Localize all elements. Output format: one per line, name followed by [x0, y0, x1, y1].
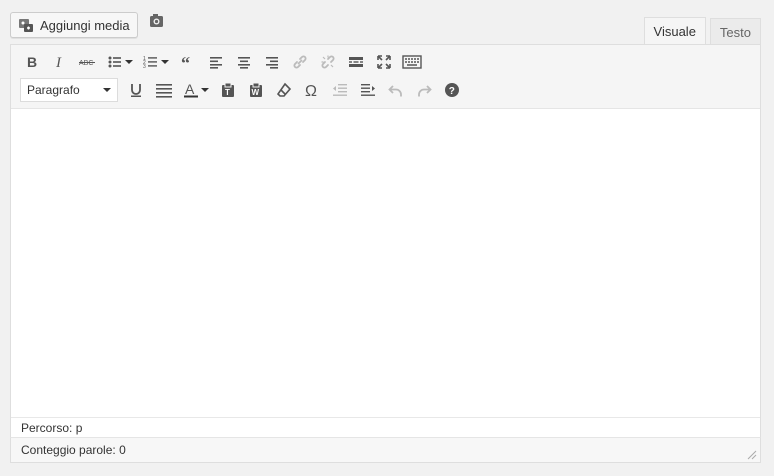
add-media-button[interactable]: Aggiungi media: [10, 12, 138, 38]
numbered-list-button[interactable]: 123: [140, 50, 172, 74]
text-color-button[interactable]: A: [180, 78, 212, 102]
indent-button[interactable]: [356, 78, 380, 102]
svg-text:W: W: [252, 88, 260, 97]
media-buttons: Aggiungi media: [10, 11, 138, 39]
remove-link-button[interactable]: [316, 50, 340, 74]
svg-text:T: T: [225, 88, 230, 97]
toolbar-toggle-button[interactable]: [400, 50, 424, 74]
chevron-down-icon: [201, 88, 209, 92]
fullscreen-button[interactable]: [372, 50, 396, 74]
strikethrough-button[interactable]: ABC: [76, 50, 100, 74]
format-select-value: Paragrafo: [27, 83, 80, 97]
svg-text:“: “: [181, 54, 190, 70]
paste-as-text-button[interactable]: T: [216, 78, 240, 102]
bold-button[interactable]: B: [20, 50, 44, 74]
camera-icon[interactable]: [149, 13, 165, 29]
editor-toolbar: B I ABC 123 “ Paragrafo A T W Ω ?: [11, 45, 760, 109]
help-button[interactable]: ?: [440, 78, 464, 102]
bullet-list-button[interactable]: [104, 50, 136, 74]
element-path-bar: Percorso: p: [11, 417, 760, 437]
word-count-bar: Conteggio parole: 0: [10, 437, 761, 463]
paste-from-word-button[interactable]: W: [244, 78, 268, 102]
svg-text:I: I: [55, 55, 62, 70]
italic-button[interactable]: I: [48, 50, 72, 74]
blockquote-button[interactable]: “: [176, 50, 200, 74]
outdent-button[interactable]: [328, 78, 352, 102]
add-media-label: Aggiungi media: [40, 17, 130, 33]
tab-visual[interactable]: Visuale: [643, 17, 706, 45]
chevron-down-icon: [103, 88, 111, 92]
chevron-down-icon: [161, 60, 169, 64]
svg-text:3: 3: [143, 64, 146, 70]
format-select[interactable]: Paragrafo: [20, 78, 118, 102]
word-count-label: Conteggio parole:: [21, 443, 116, 457]
editor-content-area[interactable]: [11, 109, 760, 417]
svg-text:Ω: Ω: [305, 83, 317, 98]
editor-frame: B I ABC 123 “ Paragrafo A T W Ω ? Percor…: [10, 44, 761, 463]
clear-formatting-button[interactable]: [272, 78, 296, 102]
editor-tabs: Visuale Testo: [643, 17, 761, 45]
toolbar-row-2: Paragrafo A T W Ω ?: [20, 78, 468, 102]
align-left-button[interactable]: [204, 50, 228, 74]
path-value[interactable]: p: [76, 421, 83, 435]
justify-button[interactable]: [152, 78, 176, 102]
insert-more-tag-button[interactable]: [344, 50, 368, 74]
undo-button[interactable]: [384, 78, 408, 102]
tab-text[interactable]: Testo: [709, 18, 761, 45]
resize-handle-icon[interactable]: [747, 449, 757, 460]
svg-text:A: A: [185, 82, 195, 97]
chevron-down-icon: [125, 60, 133, 64]
svg-text:ABC: ABC: [79, 60, 93, 67]
special-character-button[interactable]: Ω: [300, 78, 324, 102]
underline-button[interactable]: [124, 78, 148, 102]
add-media-icon: [18, 17, 34, 33]
word-count-value: 0: [119, 443, 126, 457]
redo-button[interactable]: [412, 78, 436, 102]
svg-text:?: ?: [449, 86, 455, 97]
path-label: Percorso:: [21, 420, 73, 435]
align-center-button[interactable]: [232, 50, 256, 74]
insert-link-button[interactable]: [288, 50, 312, 74]
align-right-button[interactable]: [260, 50, 284, 74]
toolbar-row-1: B I ABC 123 “: [20, 50, 428, 74]
svg-text:B: B: [27, 54, 37, 70]
